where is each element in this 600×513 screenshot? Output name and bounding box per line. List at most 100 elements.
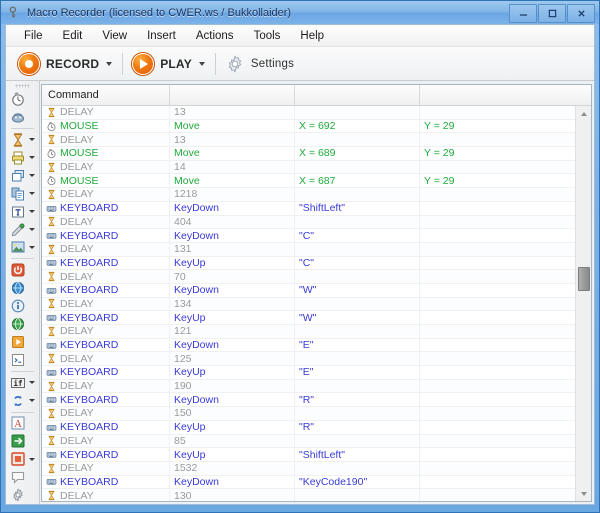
cell-param-2	[295, 325, 420, 338]
table-row[interactable]: KEYBOARDKeyUp"ShiftLeft"	[42, 448, 575, 462]
sidebar-item-delay[interactable]	[6, 90, 39, 108]
cell-param-3	[420, 407, 575, 420]
sidebar-item-info[interactable]	[6, 297, 39, 315]
cell-param-3	[420, 462, 575, 475]
sidebar-item-image[interactable]	[6, 239, 39, 257]
column-header-2[interactable]	[170, 85, 295, 105]
sidebar-item-text[interactable]	[6, 203, 39, 221]
cell-command: DELAY	[42, 106, 170, 119]
menu-view[interactable]: View	[92, 28, 137, 44]
sidebar-item-font[interactable]: A	[6, 414, 39, 432]
table-row[interactable]: DELAY13	[42, 106, 575, 120]
sidebar-item-clipboard[interactable]	[6, 185, 39, 203]
sidebar-item-web[interactable]	[6, 315, 39, 333]
table-row[interactable]: MOUSEMoveX = 687Y = 29	[42, 174, 575, 188]
scroll-track[interactable]	[576, 121, 591, 486]
chevron-down-icon[interactable]	[29, 174, 35, 177]
table-row[interactable]: DELAY85	[42, 435, 575, 449]
sidebar-item-window[interactable]	[6, 167, 39, 185]
sidebar-item-if-condition[interactable]: if	[6, 374, 39, 392]
sidebar-item-stop[interactable]	[6, 450, 39, 468]
vertical-scrollbar[interactable]	[575, 106, 591, 501]
record-button[interactable]: RECORD	[14, 51, 103, 77]
chevron-down-icon[interactable]	[29, 399, 35, 402]
cell-param-1: 13	[170, 133, 295, 146]
chevron-down-icon[interactable]	[29, 228, 35, 231]
column-header-command[interactable]: Command	[42, 85, 170, 105]
sidebar-item-internet[interactable]	[6, 279, 39, 297]
sidebar-item-color-picker[interactable]	[6, 221, 39, 239]
table-row[interactable]: KEYBOARDKeyDown"R"	[42, 393, 575, 407]
settings-button[interactable]: Settings	[221, 52, 298, 76]
sidebar-item-repeat-loop[interactable]	[6, 392, 39, 410]
table-row[interactable]: DELAY130	[42, 489, 575, 501]
scroll-up-button[interactable]	[576, 106, 591, 121]
chevron-down-icon[interactable]	[29, 156, 35, 159]
chevron-down-icon[interactable]	[29, 138, 35, 141]
script-icon	[10, 352, 26, 368]
table-row[interactable]: MOUSEMoveX = 692Y = 29	[42, 120, 575, 134]
chevron-down-icon[interactable]	[29, 246, 35, 249]
menu-actions[interactable]: Actions	[186, 28, 244, 44]
table-row[interactable]: KEYBOARDKeyUp"R"	[42, 421, 575, 435]
hourglass-icon	[46, 216, 57, 227]
close-button[interactable]	[567, 4, 595, 23]
green-arrow-icon	[10, 433, 26, 449]
cell-command: DELAY	[42, 325, 170, 338]
play-button[interactable]: PLAY	[128, 51, 196, 77]
table-row[interactable]: DELAY70	[42, 270, 575, 284]
table-row[interactable]: DELAY1218	[42, 188, 575, 202]
chevron-down-icon[interactable]	[29, 381, 35, 384]
minimize-button[interactable]	[509, 4, 537, 23]
maximize-button[interactable]	[538, 4, 566, 23]
menu-file[interactable]: File	[14, 28, 53, 44]
table-row[interactable]: DELAY134	[42, 298, 575, 312]
play-dropdown-icon[interactable]	[199, 62, 205, 66]
table-row[interactable]: KEYBOARDKeyDown"KeyCode190"	[42, 476, 575, 490]
table-row[interactable]: DELAY14	[42, 161, 575, 175]
stopwatch-icon	[46, 175, 57, 186]
content-body: if	[6, 81, 594, 504]
scroll-thumb[interactable]	[578, 267, 590, 291]
table-row[interactable]: KEYBOARDKeyDown"C"	[42, 229, 575, 243]
sidebar-item-shutdown[interactable]	[6, 261, 39, 279]
scroll-down-button[interactable]	[576, 486, 591, 501]
table-row[interactable]: DELAY150	[42, 407, 575, 421]
table-row[interactable]: DELAY1532	[42, 462, 575, 476]
table-row[interactable]: KEYBOARDKeyDown"W"	[42, 284, 575, 298]
table-row[interactable]: MOUSEMoveX = 689Y = 29	[42, 147, 575, 161]
sidebar-item-comment[interactable]	[6, 468, 39, 486]
column-header-3[interactable]	[295, 85, 420, 105]
menu-tools[interactable]: Tools	[244, 28, 291, 44]
chevron-down-icon[interactable]	[29, 210, 35, 213]
table-row[interactable]: KEYBOARDKeyDown"ShiftLeft"	[42, 202, 575, 216]
sidebar-item-print[interactable]	[6, 149, 39, 167]
cell-command: DELAY	[42, 489, 170, 501]
record-dropdown-icon[interactable]	[106, 62, 112, 66]
menu-edit[interactable]: Edit	[53, 28, 93, 44]
sidebar-item-script[interactable]	[6, 351, 39, 369]
column-header-4[interactable]	[420, 85, 591, 105]
sidebar-item-wait[interactable]	[6, 131, 39, 149]
menu-insert[interactable]: Insert	[137, 28, 186, 44]
table-row[interactable]: DELAY13	[42, 133, 575, 147]
table-row[interactable]: DELAY131	[42, 243, 575, 257]
table-row[interactable]: KEYBOARDKeyUp"C"	[42, 257, 575, 271]
sidebar-item-mouse[interactable]	[6, 108, 39, 126]
table-row[interactable]: KEYBOARDKeyUp"E"	[42, 366, 575, 380]
table-row[interactable]: DELAY125	[42, 352, 575, 366]
sidebar-item-goto[interactable]	[6, 432, 39, 450]
menu-help[interactable]: Help	[290, 28, 334, 44]
table-row[interactable]: DELAY190	[42, 380, 575, 394]
chevron-down-icon[interactable]	[29, 192, 35, 195]
sidebar-item-advanced[interactable]	[6, 486, 39, 504]
table-row[interactable]: KEYBOARDKeyUp"W"	[42, 311, 575, 325]
chevron-down-icon[interactable]	[29, 458, 35, 461]
sidebar-item-run-program[interactable]	[6, 333, 39, 351]
cell-param-2: X = 689	[295, 147, 420, 160]
cell-param-1: 1218	[170, 188, 295, 201]
table-row[interactable]: DELAY404	[42, 216, 575, 230]
table-row[interactable]: KEYBOARDKeyDown"E"	[42, 339, 575, 353]
table-row[interactable]: DELAY121	[42, 325, 575, 339]
cell-param-3	[420, 366, 575, 379]
